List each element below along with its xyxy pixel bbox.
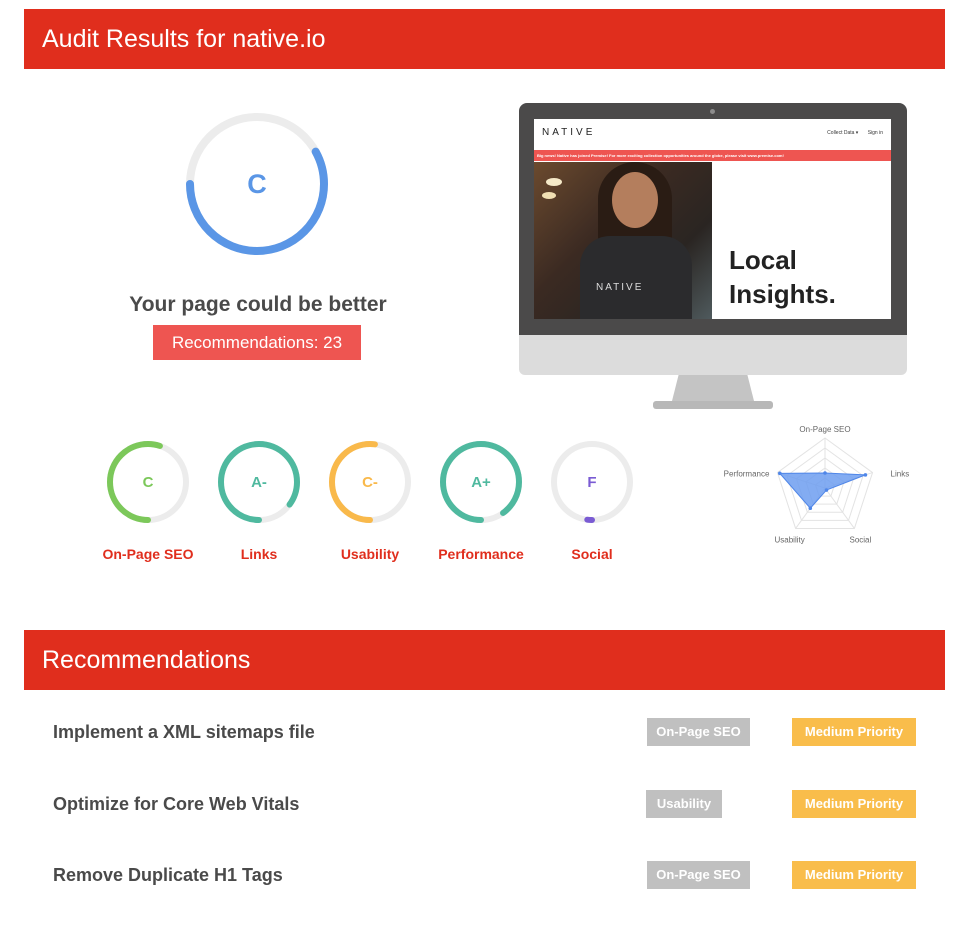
category-gauge[interactable]: C (106, 440, 190, 524)
site-headline-line2: Insights. (729, 279, 836, 309)
photo-shirt-text: NATIVE (596, 282, 644, 293)
radar-point (863, 473, 868, 477)
overall-grade: C (247, 168, 267, 199)
radar-point (823, 471, 827, 475)
site-nav-collect-data: Collect Data ▾ (827, 130, 859, 136)
site-hero-photo: NATIVE (534, 162, 712, 319)
site-nav-sign-in: Sign in (867, 130, 883, 136)
verdict-text: Your page could be better (129, 293, 387, 316)
recommendation-category-badge: On-Page SEO (647, 718, 750, 746)
radar-data-area (778, 472, 866, 509)
recommendations-title: Recommendations (42, 646, 251, 674)
category-gauge[interactable]: A+ (439, 440, 523, 524)
recommendation-row[interactable]: Remove Duplicate H1 Tags On-Page SEO Med… (53, 860, 933, 890)
monitor-bezel: NATIVE Collect Data ▾ Sign in Big news! … (519, 103, 907, 335)
category-gauge[interactable]: A- (217, 440, 301, 524)
radar-axis-label: On-Page SEO (799, 425, 850, 434)
monitor-stand-foot (653, 401, 773, 409)
category-label[interactable]: Social (532, 546, 652, 562)
recommendation-title[interactable]: Optimize for Core Web Vitals (53, 789, 299, 819)
photo-light (542, 192, 556, 199)
monitor-stand-neck (672, 375, 754, 401)
site-hero-headline: Local Insights. (729, 243, 836, 311)
site-nav-links: Collect Data ▾ Sign in (819, 130, 883, 136)
monitor-camera (710, 109, 715, 114)
website-screenshot: NATIVE Collect Data ▾ Sign in Big news! … (534, 119, 891, 319)
photo-person-body (580, 236, 692, 319)
radar-axis-label: Performance (724, 470, 770, 479)
category-gauge[interactable]: C- (328, 440, 412, 524)
recommendation-priority-badge: Medium Priority (792, 790, 916, 818)
score-radar-chart: On-Page SEO Links Social Usability Performan… (724, 425, 910, 544)
category-grade: A+ (471, 473, 491, 491)
radar-axis-label: Usability (774, 535, 804, 544)
category-label[interactable]: On-Page SEO (88, 546, 208, 562)
radar-point (778, 471, 782, 476)
category-gauge[interactable]: F (550, 440, 634, 524)
category-label[interactable]: Performance (421, 546, 541, 562)
site-logo: NATIVE (542, 127, 596, 138)
category-label[interactable]: Usability (310, 546, 430, 562)
recommendations-count-badge[interactable]: Recommendations: 23 (153, 325, 361, 360)
recommendation-category-badge: On-Page SEO (647, 861, 750, 889)
recommendation-category-badge: Usability (646, 790, 722, 818)
category-grade: F (587, 473, 597, 491)
recommendation-row[interactable]: Implement a XML sitemaps file On-Page SE… (53, 717, 933, 747)
photo-person-face (612, 172, 658, 228)
radar-axis-label: Social (849, 535, 871, 544)
recommendation-title[interactable]: Implement a XML sitemaps file (53, 717, 315, 747)
site-navbar: NATIVE Collect Data ▾ Sign in (534, 119, 891, 149)
photo-light (546, 178, 562, 186)
recommendation-priority-badge: Medium Priority (792, 718, 916, 746)
category-grade: A- (251, 473, 267, 491)
radar-axis-label: Links (891, 470, 910, 479)
radar-point (808, 506, 813, 511)
page-title: Audit Results for native.io (42, 25, 326, 53)
recommendation-title[interactable]: Remove Duplicate H1 Tags (53, 860, 283, 890)
recommendation-row[interactable]: Optimize for Core Web Vitals Usability M… (53, 789, 933, 819)
category-label[interactable]: Links (199, 546, 319, 562)
audit-header-bar: Audit Results for native.io (24, 9, 945, 69)
category-grade: C- (362, 473, 378, 491)
recommendations-header-bar: Recommendations (24, 630, 945, 690)
radar-point (824, 488, 829, 492)
website-preview-monitor: NATIVE Collect Data ▾ Sign in Big news! … (519, 103, 907, 413)
category-grade: C (142, 473, 154, 491)
recommendation-priority-badge: Medium Priority (792, 861, 916, 889)
site-announcement-banner: Big news! Native has joined Premise! For… (534, 150, 891, 161)
site-headline-line1: Local (729, 245, 797, 275)
monitor-chin (519, 335, 907, 375)
